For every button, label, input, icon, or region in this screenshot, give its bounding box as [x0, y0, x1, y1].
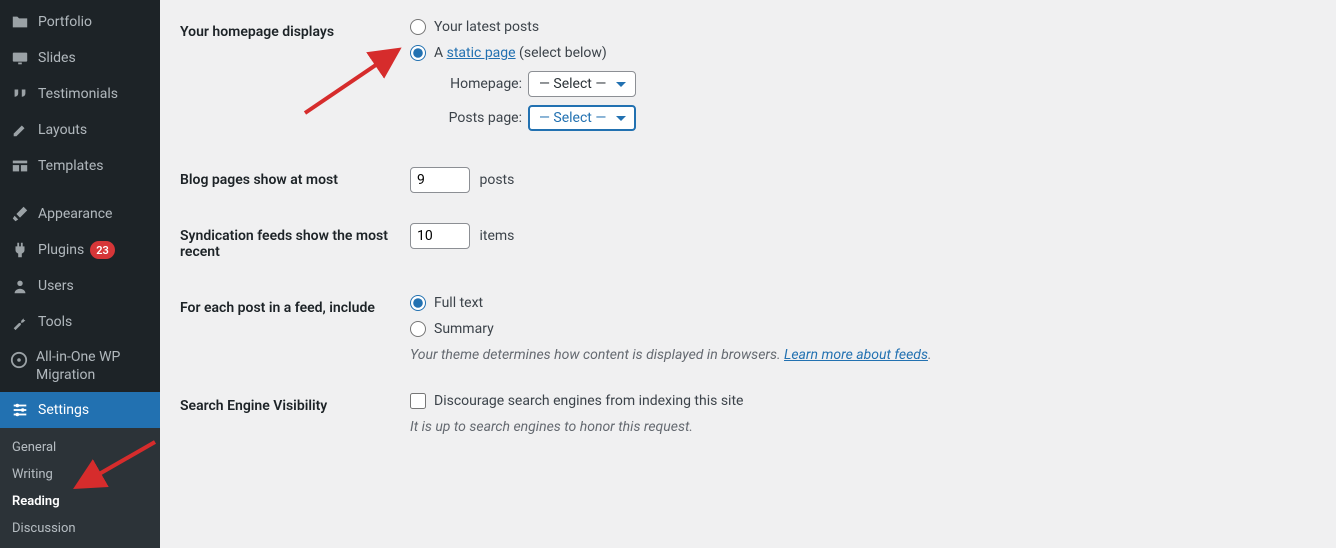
feed-description: Your theme determines how content is dis…	[410, 347, 1298, 363]
sidebar-item-users[interactable]: Users	[0, 268, 160, 304]
sidebar-item-label: Users	[38, 278, 74, 294]
sidebar-item-tools[interactable]: Tools	[0, 304, 160, 340]
slides-icon	[10, 48, 30, 68]
sidebar-item-label: Plugins	[38, 242, 84, 258]
feed-content-heading: For each post in a feed, include	[180, 280, 400, 378]
submenu-general[interactable]: General	[0, 434, 160, 461]
syndication-unit: items	[479, 228, 514, 244]
radio-full-text[interactable]	[410, 295, 426, 311]
learn-more-feeds-link[interactable]: Learn more about feeds	[784, 347, 928, 363]
homepage-select-label: Homepage:	[432, 76, 522, 92]
quote-icon	[10, 84, 30, 104]
radio-latest-posts[interactable]	[410, 19, 426, 35]
submenu-discussion[interactable]: Discussion	[0, 515, 160, 542]
sidebar-item-label: All-in-One WP Migration	[36, 348, 150, 384]
sidebar-separator	[0, 184, 160, 196]
homepage-select[interactable]: — Select —	[528, 71, 636, 97]
blog-pages-count-input[interactable]	[410, 167, 470, 193]
brush-icon	[10, 204, 30, 224]
syndication-heading: Syndication feeds show the most recent	[180, 208, 400, 280]
submenu-writing[interactable]: Writing	[0, 461, 160, 488]
blog-pages-unit: posts	[479, 172, 514, 188]
sidebar-item-label: Testimonials	[38, 86, 118, 102]
plug-icon	[10, 240, 30, 260]
radio-static-page-label: A static page (select below)	[434, 45, 607, 61]
static-page-link[interactable]: static page	[447, 45, 516, 61]
sidebar-item-label: Settings	[38, 402, 89, 418]
sidebar-item-settings[interactable]: Settings	[0, 392, 160, 428]
admin-sidebar: Portfolio Slides Testimonials Layouts Te…	[0, 0, 160, 527]
wrench-icon	[10, 312, 30, 332]
sidebar-item-label: Templates	[38, 158, 104, 174]
radio-summary[interactable]	[410, 321, 426, 337]
submenu-reading[interactable]: Reading	[0, 488, 160, 515]
syndication-count-input[interactable]	[410, 223, 470, 249]
sidebar-item-migration[interactable]: All-in-One WP Migration	[0, 340, 160, 392]
sidebar-item-slides[interactable]: Slides	[0, 40, 160, 76]
folder-icon	[10, 12, 30, 32]
settings-icon	[10, 400, 30, 420]
form-table: Your homepage displays Your latest posts…	[180, 4, 1308, 450]
grid-icon	[10, 156, 30, 176]
settings-submenu: General Writing Reading Discussion	[0, 428, 160, 548]
sidebar-item-appearance[interactable]: Appearance	[0, 196, 160, 232]
pencil-icon	[10, 120, 30, 140]
sidebar-item-label: Portfolio	[38, 14, 92, 30]
homepage-displays-heading: Your homepage displays	[180, 4, 400, 152]
search-visibility-heading: Search Engine Visibility	[180, 378, 400, 450]
sidebar-item-testimonials[interactable]: Testimonials	[0, 76, 160, 112]
radio-full-text-label: Full text	[434, 295, 483, 311]
sidebar-item-label: Layouts	[38, 122, 87, 138]
sidebar-item-plugins[interactable]: Plugins 23	[0, 232, 160, 268]
sidebar-item-portfolio[interactable]: Portfolio	[0, 4, 160, 40]
sidebar-item-templates[interactable]: Templates	[0, 148, 160, 184]
sidebar-item-label: Tools	[38, 314, 72, 330]
plugins-update-badge: 23	[90, 241, 115, 259]
migration-icon	[10, 350, 28, 370]
sidebar-item-layouts[interactable]: Layouts	[0, 112, 160, 148]
blog-pages-heading: Blog pages show at most	[180, 152, 400, 208]
user-icon	[10, 276, 30, 296]
radio-latest-posts-label: Your latest posts	[434, 19, 539, 35]
sidebar-item-label: Appearance	[38, 206, 112, 222]
radio-static-page[interactable]	[410, 45, 426, 61]
checkbox-discourage-search-label: Discourage search engines from indexing …	[434, 393, 743, 409]
posts-page-select[interactable]: — Select —	[528, 105, 636, 131]
checkbox-discourage-search[interactable]	[410, 393, 426, 409]
search-visibility-description: It is up to search engines to honor this…	[410, 419, 1298, 435]
sidebar-item-label: Slides	[38, 50, 76, 66]
posts-page-select-label: Posts page:	[432, 110, 522, 126]
settings-content: Your homepage displays Your latest posts…	[160, 0, 1328, 527]
radio-summary-label: Summary	[434, 321, 494, 337]
